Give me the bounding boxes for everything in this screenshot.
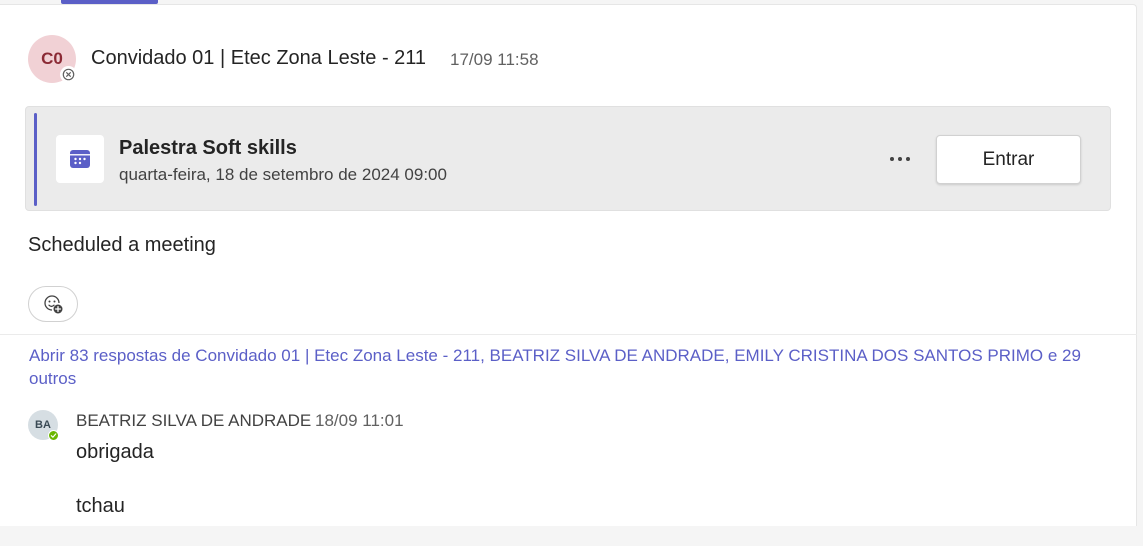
open-replies-link[interactable]: Abrir 83 respostas de Convidado 01 | Ete… (29, 344, 1109, 390)
channel-post: C0 Convidado 01 | Etec Zona Leste - 211 … (0, 4, 1137, 526)
meeting-accent-bar (34, 113, 37, 206)
join-meeting-button[interactable]: Entrar (936, 135, 1081, 184)
meeting-title: Palestra Soft skills (119, 137, 297, 159)
add-reaction-icon (44, 295, 63, 314)
reply-message-line: tchau (76, 495, 125, 517)
calendar-icon (70, 150, 90, 168)
post-timestamp: 17/09 11:58 (450, 50, 539, 69)
author-name[interactable]: Convidado 01 | Etec Zona Leste - 211 (91, 47, 426, 70)
add-reaction-button[interactable] (28, 286, 78, 322)
reply-author-name[interactable]: BEATRIZ SILVA DE ANDRADE (76, 411, 311, 431)
thread-divider (0, 334, 1137, 335)
presence-offline-icon (60, 66, 77, 83)
more-options-button[interactable] (884, 143, 916, 175)
author-avatar-initials: C0 (41, 49, 63, 68)
presence-available-icon (48, 430, 59, 441)
post-body: Scheduled a meeting (28, 234, 216, 256)
reply-timestamp: 18/09 11:01 (315, 411, 404, 430)
reply-avatar-initials: BA (35, 419, 51, 431)
meeting-card[interactable]: Palestra Soft skills quarta-feira, 18 de… (25, 106, 1111, 211)
meeting-datetime: quarta-feira, 18 de setembro de 2024 09:… (119, 165, 447, 184)
more-icon (890, 157, 910, 161)
calendar-tile (56, 135, 104, 183)
reply-message-line: obrigada (76, 441, 154, 463)
